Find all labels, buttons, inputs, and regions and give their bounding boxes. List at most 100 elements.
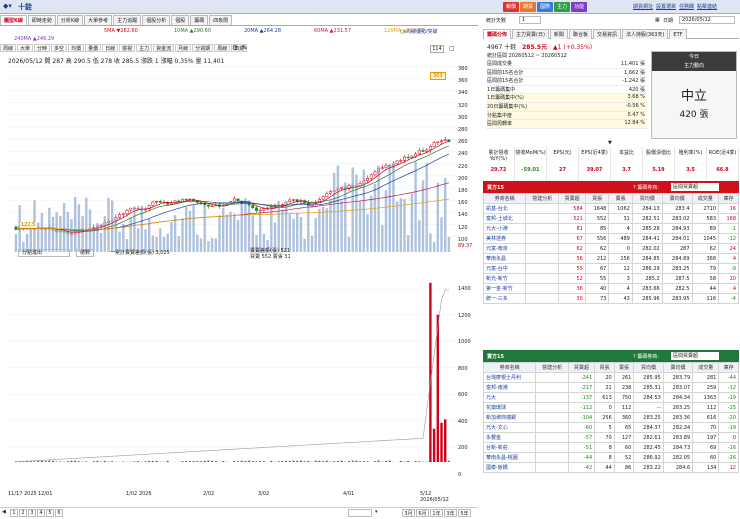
broker-name[interactable]: 永豐金 [482, 432, 537, 443]
table-row[interactable]: 凱基-台北 584 1648 1062 284.13 283.4 2710 16 [482, 203, 739, 214]
toolbar-item-4[interactable]: 均價 [68, 44, 85, 52]
broker-name[interactable]: 富邦-土城北 [482, 213, 527, 224]
broker-name[interactable]: 新加坡商瑞銀 [482, 412, 537, 423]
toolbar-item-1[interactable]: 大單 [17, 44, 34, 52]
column-header[interactable]: 買張 [594, 362, 615, 373]
column-header[interactable]: 賣均價 [661, 193, 693, 204]
period-button[interactable]: 5年 [458, 509, 471, 517]
table-row[interactable]: 華南永昌-桃園 -44 8 52 286.92 282.05 60 -26 [482, 452, 739, 463]
table-row[interactable]: 永豐金 -57 70 127 282.61 283.89 197 0 [482, 432, 739, 443]
broker-name[interactable]: 元大-文心 [482, 422, 537, 433]
price-chart[interactable] [8, 64, 456, 252]
broker-name[interactable]: 第一金-新竹 [482, 283, 527, 294]
top-button-2[interactable]: 國際 [537, 2, 554, 12]
period-button[interactable]: 6月 [416, 509, 429, 517]
page-button[interactable]: 3 [28, 509, 36, 517]
broker-name[interactable]: 統一-三多 [482, 293, 527, 304]
toolbar-item-7[interactable]: 檢視 [119, 44, 136, 52]
table-row[interactable]: 元大-文心 -60 5 65 284.37 282.34 70 -19 [482, 422, 739, 433]
table-row[interactable]: 富邦-土城北 521 552 31 282.51 283.02 583 168 [482, 213, 739, 224]
column-header[interactable]: 賣均價 [662, 362, 694, 373]
broker-name[interactable]: 富邦-南港 [482, 382, 537, 393]
broker-name[interactable]: 新光-新竹 [482, 273, 527, 284]
range-dropdown-icon[interactable]: ▾ [375, 509, 378, 515]
toolbar-item-3[interactable]: 多空 [51, 44, 68, 52]
chart-tab-8[interactable]: 四象限 [209, 15, 233, 25]
zoom-value[interactable]: 114 [430, 45, 444, 53]
column-header[interactable]: 券商名稱 [482, 362, 537, 373]
buy-select[interactable]: 區間買賣超 [671, 183, 719, 191]
page-button[interactable]: 4 [37, 509, 45, 517]
broker-name[interactable]: 凱基-台北 [482, 203, 527, 214]
chart-tab-1[interactable]: 即時走勢 [27, 15, 56, 25]
broker-name[interactable]: 台灣摩根士丹利 [482, 372, 537, 383]
column-header[interactable]: 庫存 [718, 193, 739, 204]
column-header[interactable]: 券商名稱 [482, 193, 527, 204]
table-row[interactable]: 國泰-板橋 -42 44 86 283.22 284.6 134 12 [482, 462, 739, 473]
draw-tool-icon[interactable]: ✎ [242, 44, 248, 52]
lower-total-button[interactable]: 總數 [76, 249, 95, 257]
broker-volume-chart[interactable] [8, 262, 456, 470]
broker-name[interactable]: 台新-新莊 [482, 442, 537, 453]
column-header[interactable]: 買賣超 [567, 362, 596, 373]
toolbar-item-11[interactable]: 分週期 [192, 44, 214, 52]
top-link-1[interactable]: 設置選單 [656, 3, 676, 10]
toolbar-item-0[interactable]: 周線 [0, 44, 17, 52]
period-button[interactable]: 3月 [402, 509, 415, 517]
table-row[interactable]: 統一-三多 30 73 43 285.96 283.95 116 -4 [482, 293, 739, 304]
calendar-icon[interactable]: ▦ [655, 17, 660, 23]
chart-tab-6[interactable]: 個股 [171, 15, 190, 25]
table-row[interactable]: 富邦-南港 -217 21 238 285.31 283.07 259 -12 [482, 382, 739, 393]
collapse-icon[interactable]: ▼ [608, 140, 612, 146]
table-row[interactable]: 新加坡商瑞銀 -104 256 360 283.25 283.36 616 -20 [482, 412, 739, 423]
toolbar-item-6[interactable]: 日線 [102, 44, 119, 52]
table-row[interactable]: 台灣摩根士丹利 -241 20 261 285.95 283.79 281 -44 [482, 372, 739, 383]
range-input[interactable] [348, 509, 372, 517]
table-row[interactable]: 台新-新莊 -51 8 60 282.45 284.73 69 -16 [482, 442, 739, 453]
right-tab-6[interactable]: ETF [669, 29, 687, 39]
top-link-2[interactable]: 任務欄 [679, 3, 694, 10]
date-input[interactable]: 2026/05/12 [679, 16, 735, 24]
column-header[interactable]: 買賣超 [558, 193, 586, 204]
expand-icon[interactable]: ▢ [449, 45, 455, 52]
broker-name[interactable]: 國泰-板橋 [482, 462, 537, 473]
period-button[interactable]: 1年 [430, 509, 443, 517]
top-link-0[interactable]: 期貨網址 [633, 3, 653, 10]
right-tab-4[interactable]: 交易資訊 [592, 29, 621, 39]
table-row[interactable]: 華南永昌 56 212 156 284.85 284.89 368 4 [482, 253, 739, 264]
column-header[interactable]: 營建分析 [535, 362, 569, 373]
right-tab-5[interactable]: 法人持股(363天) [621, 29, 669, 39]
page-button[interactable]: 2 [19, 509, 27, 517]
broker-name[interactable]: 華南永昌 [482, 253, 527, 264]
settings-gear-icon[interactable]: ⚙ [232, 44, 238, 52]
toolbar-item-5[interactable]: 量價 [85, 44, 102, 52]
table-row[interactable]: 第一金-新竹 36 40 4 283.66 282.5 44 4 [482, 283, 739, 294]
table-row[interactable]: 元富-台中 55 67 12 286.29 283.25 79 -9 [482, 263, 739, 274]
table-row[interactable]: 新光-新竹 52 55 3 285.2 287.5 58 10 [482, 273, 739, 284]
page-button[interactable]: 5 [46, 509, 54, 517]
page-button[interactable]: 6 [55, 509, 63, 517]
chart-tab-4[interactable]: 主力追蹤 [113, 15, 142, 25]
chart-tab-3[interactable]: 大單參考 [84, 15, 113, 25]
column-header[interactable]: 成交量 [691, 193, 720, 204]
top-button-4[interactable]: 功能 [571, 2, 588, 12]
period-button[interactable]: 3年 [444, 509, 457, 517]
chart-tab-5[interactable]: 個股分析 [142, 15, 171, 25]
top-button-0[interactable]: 報價 [503, 2, 520, 12]
broker-name[interactable]: 花旗環球 [482, 402, 537, 413]
table-row[interactable]: 元大-小港 81 85 4 285.28 284.93 89 -1 [482, 223, 739, 234]
broker-name[interactable]: 元大-小港 [482, 223, 527, 234]
table-row[interactable]: 花旗環球 -112 0 112 -- 283.25 112 -25 [482, 402, 739, 413]
column-header[interactable]: 買均價 [633, 362, 664, 373]
top-button-3[interactable]: 主力 [554, 2, 571, 12]
column-header[interactable]: 賣張 [613, 362, 635, 373]
top-link-3[interactable]: 點擊連結 [697, 3, 717, 10]
column-header[interactable]: 賣張 [608, 193, 633, 204]
column-header[interactable]: 營建分析 [525, 193, 560, 204]
column-header[interactable]: 買張 [584, 193, 610, 204]
lower-select[interactable]: 分點進出 [18, 249, 70, 257]
column-header[interactable]: 庫存 [718, 362, 739, 373]
broker-name[interactable]: 華南永昌-桃園 [482, 452, 537, 463]
right-tab-2[interactable]: 新聞 [549, 29, 568, 39]
prev-page-icon[interactable]: ◀ [2, 509, 6, 515]
